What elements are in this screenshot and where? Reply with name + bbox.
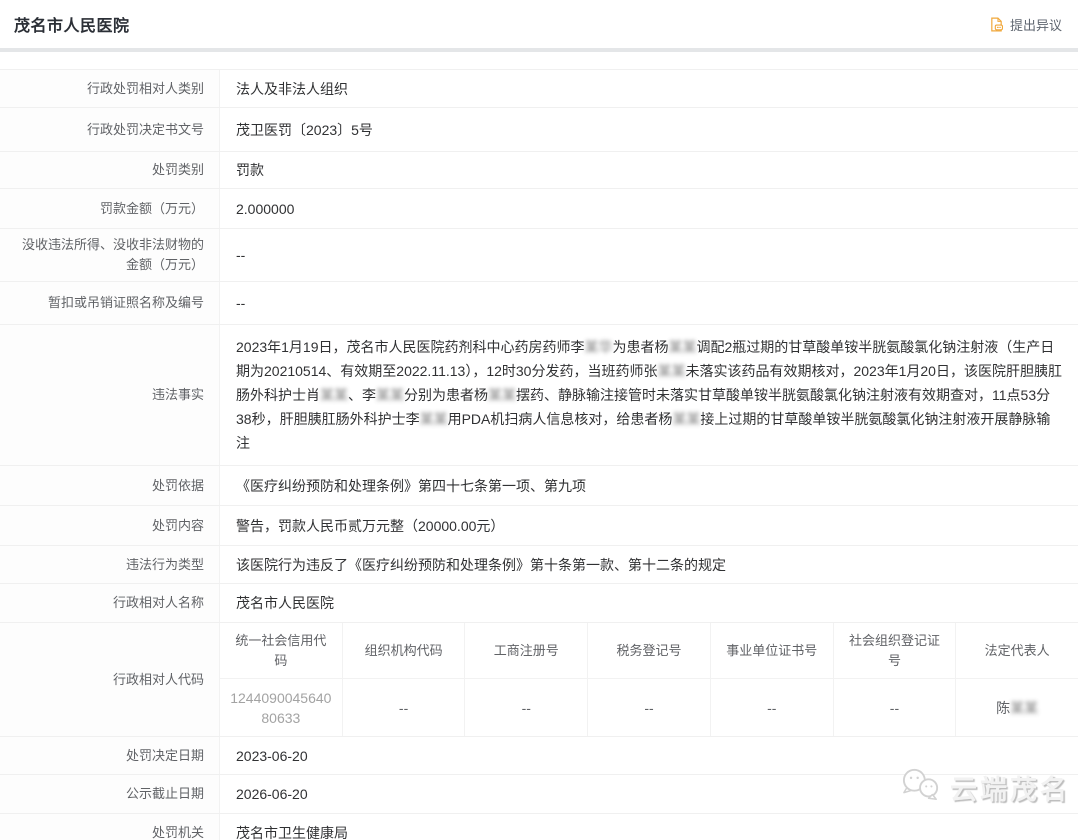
field-label: 公示截止日期 xyxy=(0,775,220,813)
field-label: 处罚机关 xyxy=(0,814,220,840)
field-value: 2023-06-20 xyxy=(220,737,1078,774)
field-label: 罚款金额（万元） xyxy=(0,189,220,228)
row-decision-date: 处罚决定日期 2023-06-20 xyxy=(0,737,1078,775)
field-value: 该医院行为违反了《医疗纠纷预防和处理条例》第十条第一款、第十二条的规定 xyxy=(220,546,1078,583)
row-violation-fact: 违法事实 2023年1月19日，茂名市人民医院药剂科中心药房药师李某华为患者杨某… xyxy=(0,325,1078,466)
penalty-detail-table: 行政处罚相对人类别 法人及非法人组织 行政处罚决定书文号 茂卫医罚〔2023〕5… xyxy=(0,69,1078,840)
col-header-business-reg: 工商注册号 xyxy=(464,623,587,679)
penalty-record-page: 茂名市人民医院 提出异议 行政处罚相对人类别 法人及非法人组织 xyxy=(0,0,1078,840)
row-violation-type: 违法行为类型 该医院行为违反了《医疗纠纷预防和处理条例》第十条第一款、第十二条的… xyxy=(0,546,1078,584)
row-confiscation-amount: 没收违法所得、没收非法财物的金额（万元） -- xyxy=(0,229,1078,282)
row-penalty-basis: 处罚依据 《医疗纠纷预防和处理条例》第四十七条第一项、第九项 xyxy=(0,466,1078,506)
field-value: 茂卫医罚〔2023〕5号 xyxy=(220,108,1078,151)
col-header-org-code: 组织机构代码 xyxy=(342,623,465,679)
violation-fact-text: 2023年1月19日，茂名市人民医院药剂科中心药房药师李某华为患者杨某某调配2瓶… xyxy=(220,325,1078,465)
field-label: 行政相对人代码 xyxy=(0,623,220,736)
col-header-legal-rep: 法定代表人 xyxy=(955,623,1078,679)
row-license-revocation: 暂扣或吊销证照名称及编号 -- xyxy=(0,282,1078,325)
org-code-value: -- xyxy=(342,679,465,736)
field-label: 处罚内容 xyxy=(0,506,220,545)
field-label: 暂扣或吊销证照名称及编号 xyxy=(0,282,220,324)
field-value: 茂名市人民医院 xyxy=(220,584,1078,622)
business-reg-value: -- xyxy=(464,679,587,736)
legal-rep-value: 陈某某 xyxy=(955,679,1078,736)
institution-cert-value: -- xyxy=(710,679,833,736)
field-label: 行政处罚决定书文号 xyxy=(0,108,220,151)
field-label: 违法行为类型 xyxy=(0,546,220,583)
field-label: 行政相对人名称 xyxy=(0,584,220,622)
field-label: 没收违法所得、没收非法财物的金额（万元） xyxy=(0,229,220,281)
col-header-credit-code: 统一社会信用代码 xyxy=(220,623,342,679)
field-label: 违法事实 xyxy=(0,325,220,465)
field-label: 处罚依据 xyxy=(0,466,220,505)
legal-rep-visible: 陈 xyxy=(996,698,1010,718)
page-title: 茂名市人民医院 xyxy=(14,12,130,36)
col-header-social-org-reg: 社会组织登记证号 xyxy=(833,623,956,679)
field-label: 处罚决定日期 xyxy=(0,737,220,774)
row-penalty-category: 处罚类别 罚款 xyxy=(0,152,1078,189)
row-party-name: 行政相对人名称 茂名市人民医院 xyxy=(0,584,1078,623)
field-label: 行政处罚相对人类别 xyxy=(0,70,220,107)
social-org-reg-value: -- xyxy=(833,679,956,736)
row-publicity-end-date: 公示截止日期 2026-06-20 xyxy=(0,775,1078,814)
field-value: -- xyxy=(220,282,1078,324)
field-value: 警告，罚款人民币贰万元整（20000.00元） xyxy=(220,506,1078,545)
col-header-institution-cert: 事业单位证书号 xyxy=(710,623,833,679)
tax-reg-value: -- xyxy=(587,679,710,736)
field-label: 处罚类别 xyxy=(0,152,220,188)
row-decision-doc-number: 行政处罚决定书文号 茂卫医罚〔2023〕5号 xyxy=(0,108,1078,152)
row-penalty-authority: 处罚机关 茂名市卫生健康局 xyxy=(0,814,1078,840)
row-party-category: 行政处罚相对人类别 法人及非法人组织 xyxy=(0,70,1078,108)
legal-rep-blurred: 某某 xyxy=(1010,698,1038,718)
field-value: -- xyxy=(220,229,1078,281)
field-value: 法人及非法人组织 xyxy=(220,70,1078,107)
party-codes-header-row: 统一社会信用代码 组织机构代码 工商注册号 税务登记号 事业单位证书号 社会组织… xyxy=(220,623,1078,679)
col-header-tax-reg: 税务登记号 xyxy=(587,623,710,679)
field-value: 2026-06-20 xyxy=(220,775,1078,813)
field-value: 茂名市卫生健康局 xyxy=(220,814,1078,840)
file-comment-icon xyxy=(988,16,1005,33)
party-codes-value-row: 124409004564080633 -- -- -- -- -- 陈某某 xyxy=(220,679,1078,736)
party-codes-table: 统一社会信用代码 组织机构代码 工商注册号 税务登记号 事业单位证书号 社会组织… xyxy=(220,623,1078,736)
field-value: 罚款 xyxy=(220,152,1078,188)
row-penalty-content: 处罚内容 警告，罚款人民币贰万元整（20000.00元） xyxy=(0,506,1078,546)
row-party-codes: 行政相对人代码 统一社会信用代码 组织机构代码 工商注册号 税务登记号 事业单位… xyxy=(0,623,1078,737)
credit-code-value: 124409004564080633 xyxy=(230,688,332,728)
header-divider xyxy=(0,48,1078,52)
row-fine-amount: 罚款金额（万元） 2.000000 xyxy=(0,189,1078,229)
raise-objection-label: 提出异议 xyxy=(1010,15,1062,34)
field-value: 2.000000 xyxy=(220,189,1078,228)
top-bar: 茂名市人民医院 提出异议 xyxy=(0,0,1078,48)
field-value: 《医疗纠纷预防和处理条例》第四十七条第一项、第九项 xyxy=(220,466,1078,505)
raise-objection-button[interactable]: 提出异议 xyxy=(988,15,1062,34)
